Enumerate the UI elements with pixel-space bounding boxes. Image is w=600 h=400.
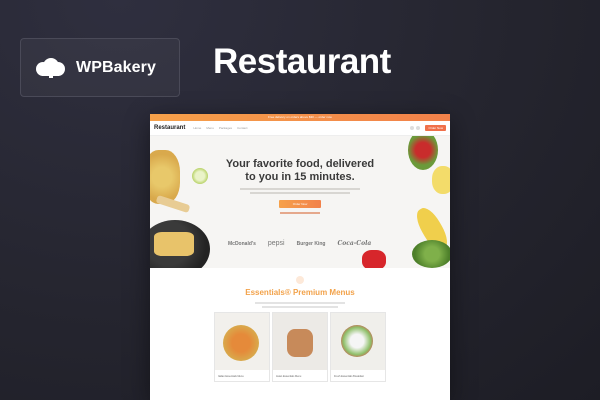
menu-card[interactable]: Fresh Essentials Breakfast xyxy=(330,312,386,382)
partner-logos: McDonald's pepsi Burger King Coca-Cola xyxy=(228,240,371,247)
menus-title: Essentials® Premium Menus xyxy=(245,288,355,297)
pepper-image xyxy=(362,250,386,268)
menu-card-caption: Italian Essentials Menu xyxy=(218,375,244,378)
page-title: Restaurant xyxy=(213,42,391,81)
pizza-image xyxy=(223,325,259,361)
nav-link-contact[interactable]: Contact xyxy=(237,126,247,130)
menu-card-image xyxy=(331,313,385,370)
menu-card-caption: Fresh Essentials Breakfast xyxy=(334,375,364,378)
hero-section: Your favorite food, delivered to you in … xyxy=(150,136,450,268)
announcement-text: Free delivery on orders above $30 — orde… xyxy=(268,115,332,119)
partner-coca-cola: Coca-Cola xyxy=(337,240,372,247)
hero-subtext xyxy=(240,188,360,190)
menu-card-image xyxy=(273,313,327,370)
brand-badge: WPBakery xyxy=(20,38,180,97)
menus-section: Essentials® Premium Menus Italian Essent… xyxy=(150,268,450,400)
hero-headline: Your favorite food, delivered to you in … xyxy=(225,158,375,183)
partner-pepsi: pepsi xyxy=(267,240,285,247)
nav-link-menu[interactable]: Menu xyxy=(206,126,214,130)
nav-links: Home Menu Packages Contact xyxy=(193,126,410,130)
cart-icon[interactable] xyxy=(416,126,421,130)
salad-bowl-image xyxy=(341,325,373,357)
hero-subtext-line2 xyxy=(250,192,350,194)
brand-name: WPBakery xyxy=(76,58,156,76)
menu-card-caption: Asian Essentials Menu xyxy=(276,375,302,378)
partner-mcdonalds: McDonald's xyxy=(228,240,256,247)
hero-order-button[interactable]: Order Now xyxy=(279,200,321,208)
sandwich-image xyxy=(287,329,313,357)
search-icon[interactable] xyxy=(410,126,415,130)
site-preview[interactable]: Free delivery on orders above $30 — orde… xyxy=(150,114,450,400)
menus-subtext xyxy=(255,302,345,304)
menu-card[interactable]: Italian Essentials Menu xyxy=(214,312,270,382)
site-logo[interactable]: Restaurant xyxy=(154,125,185,131)
announcement-bar: Free delivery on orders above $30 — orde… xyxy=(150,114,450,121)
menu-cards: Italian Essentials Menu Asian Essentials… xyxy=(214,312,386,382)
site-navbar: Restaurant Home Menu Packages Contact Or… xyxy=(150,121,450,136)
nav-icons: Order Now xyxy=(410,125,446,131)
lemon-image xyxy=(432,166,450,194)
menus-subtext-line2 xyxy=(262,306,338,308)
greens-image xyxy=(412,240,450,268)
hero-note xyxy=(280,212,320,214)
menu-card[interactable]: Asian Essentials Menu xyxy=(272,312,328,382)
cloud-icon xyxy=(36,57,65,78)
nav-order-button[interactable]: Order Now xyxy=(425,125,446,131)
lime-image xyxy=(192,168,208,184)
menu-card-image xyxy=(215,313,269,370)
penne-image xyxy=(154,232,194,256)
nav-link-packages[interactable]: Packages xyxy=(219,126,232,130)
menu-section-icon xyxy=(296,276,304,284)
herbs-image xyxy=(408,136,438,170)
partner-burger-king: Burger King xyxy=(296,240,326,247)
pasta-image xyxy=(150,150,180,204)
nav-link-home[interactable]: Home xyxy=(193,126,201,130)
